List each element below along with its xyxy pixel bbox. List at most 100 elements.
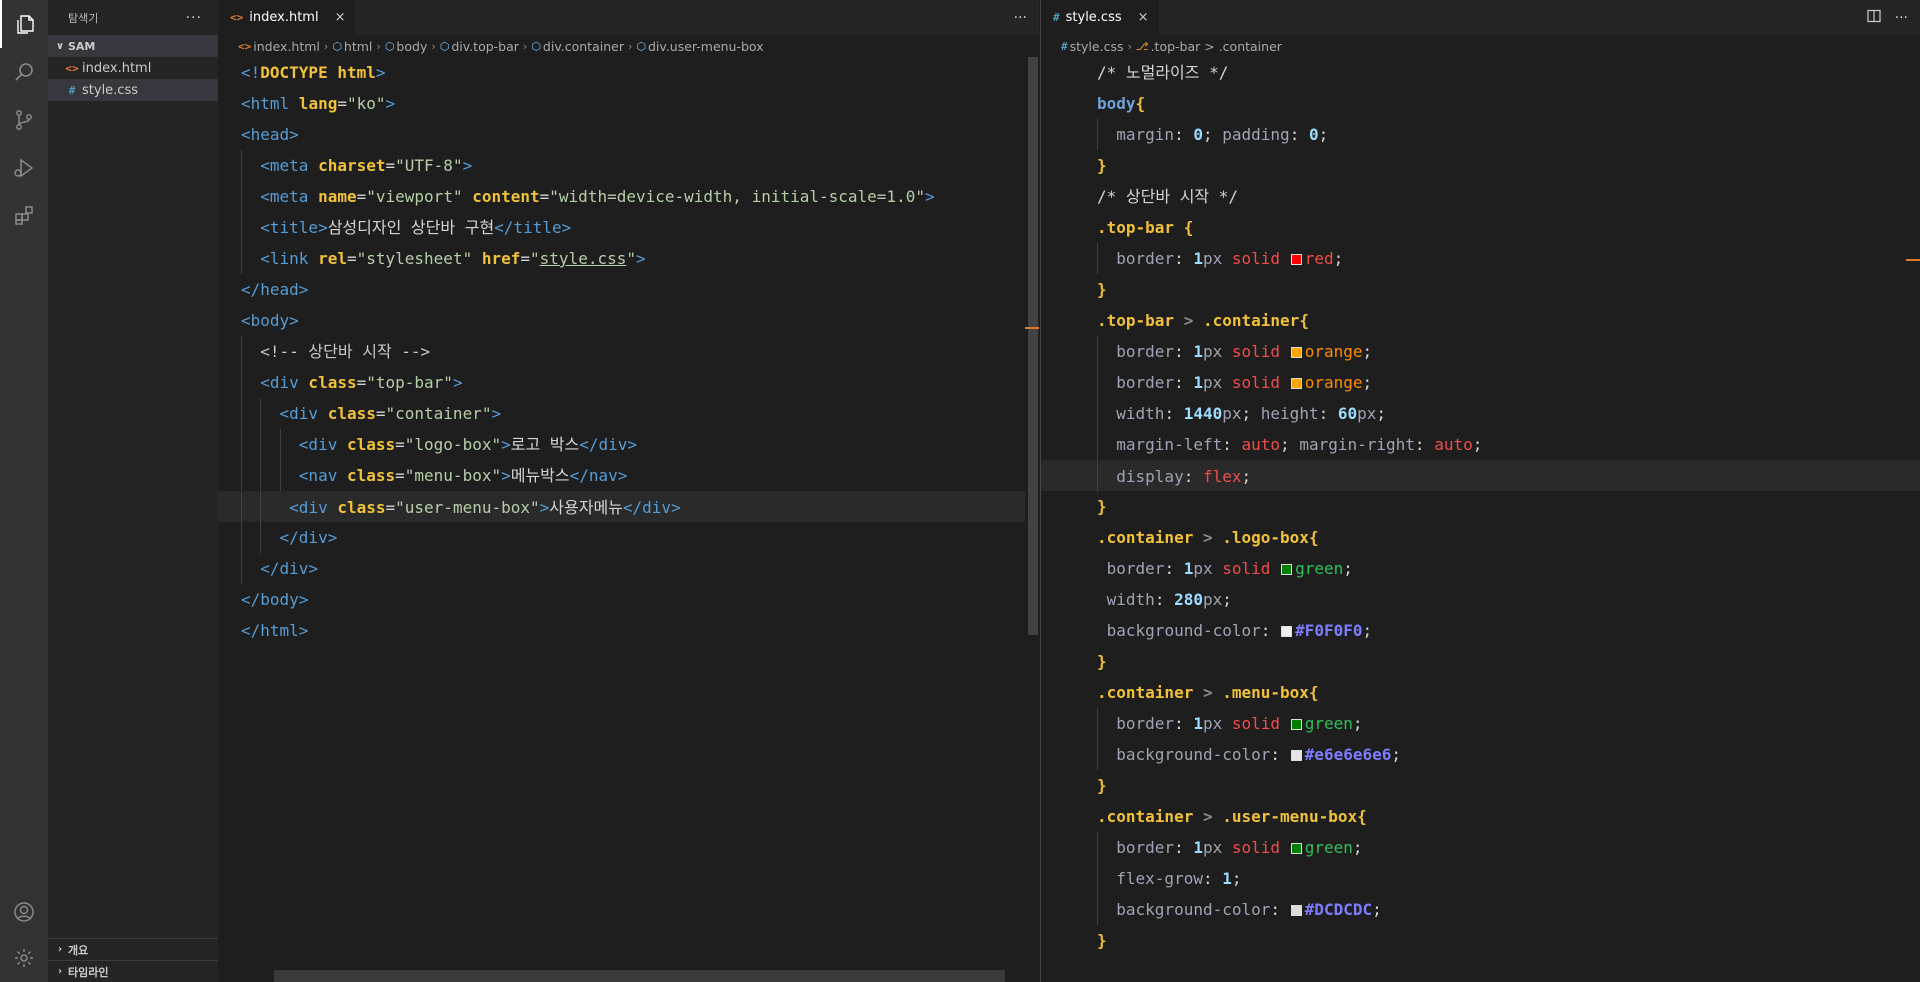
scroll-marker: [1906, 259, 1920, 261]
tab-label: style.css: [1065, 10, 1122, 25]
code-text: <!DOCTYPE html>: [241, 63, 386, 82]
settings-gear-icon[interactable]: [0, 934, 48, 982]
code-line[interactable]: .top-bar {: [1041, 212, 1920, 243]
code-line[interactable]: <nav class="menu-box">메뉴박스</nav>: [218, 460, 1039, 491]
code-text: }: [1097, 280, 1107, 299]
more-actions-icon[interactable]: ···: [1895, 10, 1908, 26]
file-style-css[interactable]: # style.css: [48, 79, 218, 101]
tab-style-css[interactable]: # style.css ×: [1041, 0, 1159, 35]
code-line[interactable]: <html lang="ko">: [218, 88, 1039, 119]
outline-panel[interactable]: › 개요: [48, 938, 218, 960]
code-line[interactable]: display: flex;: [1041, 460, 1920, 492]
explorer-icon[interactable]: [0, 0, 48, 48]
close-icon[interactable]: ×: [335, 10, 346, 25]
code-line[interactable]: .container > .user-menu-box{: [1041, 801, 1920, 832]
code-line[interactable]: </head>: [218, 274, 1039, 305]
code-line[interactable]: }: [1041, 925, 1920, 956]
code-text: }: [1097, 497, 1107, 516]
code-line[interactable]: }: [1041, 150, 1920, 181]
file-index-html[interactable]: <> index.html: [48, 57, 218, 79]
breadcrumb-item[interactable]: html: [344, 39, 372, 54]
timeline-panel[interactable]: › 타임라인: [48, 960, 218, 982]
code-text: width: 1440px; height: 60px;: [1116, 404, 1387, 423]
code-line[interactable]: border: 1px solid orange;: [1041, 336, 1920, 367]
breadcrumb-item[interactable]: .top-bar > .container: [1151, 39, 1282, 54]
code-text: <!-- 상단바 시작 -->: [260, 342, 431, 361]
code-line[interactable]: border: 1px solid green;: [1041, 553, 1920, 584]
html-code-editor[interactable]: <!DOCTYPE html> <html lang="ko"> <head> <m…: [218, 57, 1039, 982]
code-line[interactable]: background-color: #F0F0F0;: [1041, 615, 1920, 646]
run-debug-icon[interactable]: [0, 144, 48, 192]
code-line[interactable]: </body>: [218, 584, 1039, 615]
code-text: <html lang="ko">: [241, 94, 396, 113]
code-line[interactable]: border: 1px solid green;: [1041, 832, 1920, 863]
code-line[interactable]: <meta charset="UTF-8">: [218, 150, 1039, 181]
code-line[interactable]: <div class="top-bar">: [218, 367, 1039, 398]
code-line[interactable]: <head>: [218, 119, 1039, 150]
code-text: margin-left: auto; margin-right: auto;: [1116, 435, 1483, 454]
code-line[interactable]: .top-bar > .container{: [1041, 305, 1920, 336]
tab-label: index.html: [249, 10, 319, 25]
code-line[interactable]: }: [1041, 274, 1920, 305]
tab-index-html[interactable]: <> index.html ×: [218, 0, 356, 35]
code-line[interactable]: .container > .logo-box{: [1041, 522, 1920, 553]
code-line[interactable]: <link rel="stylesheet" href="style.css">: [218, 243, 1039, 274]
code-line[interactable]: margin-left: auto; margin-right: auto;: [1041, 429, 1920, 460]
code-line[interactable]: </div>: [218, 553, 1039, 584]
code-line[interactable]: }: [1041, 646, 1920, 677]
code-line[interactable]: width: 1440px; height: 60px;: [1041, 398, 1920, 429]
breadcrumb-item[interactable]: div.container: [543, 39, 624, 54]
code-line[interactable]: /* 노멀라이즈 */: [1041, 57, 1920, 88]
breadcrumb-item[interactable]: div.top-bar: [451, 39, 519, 54]
code-text: border: 1px solid orange;: [1116, 373, 1373, 392]
code-line[interactable]: border: 1px solid red;: [1041, 243, 1920, 274]
code-text: /* 상단바 시작 */: [1097, 187, 1239, 206]
code-line[interactable]: border: 1px solid orange;: [1041, 367, 1920, 398]
split-editor-icon[interactable]: [1867, 9, 1881, 27]
more-actions-icon[interactable]: ···: [1014, 10, 1027, 26]
code-line[interactable]: </div>: [218, 522, 1039, 553]
element-icon: ⬡: [332, 39, 342, 53]
more-actions-icon[interactable]: ···: [186, 10, 202, 26]
code-line[interactable]: }: [1041, 491, 1920, 522]
selector-icon: ⎇: [1135, 39, 1149, 53]
source-control-icon[interactable]: [0, 96, 48, 144]
code-line[interactable]: <div class="logo-box">로고 박스</div>: [218, 429, 1039, 460]
code-line[interactable]: <!-- 상단바 시작 -->: [218, 336, 1039, 367]
code-line[interactable]: </html>: [218, 615, 1039, 646]
code-line[interactable]: <title>삼성디자인 상단바 구현</title>: [218, 212, 1039, 243]
breadcrumb-item[interactable]: style.css: [1070, 39, 1124, 54]
horizontal-scrollbar[interactable]: [274, 970, 1005, 982]
code-line[interactable]: background-color: #e6e6e6e6;: [1041, 739, 1920, 770]
code-line[interactable]: <div class="user-menu-box">사용자메뉴</div>: [218, 491, 1039, 523]
code-line[interactable]: <!DOCTYPE html>: [218, 57, 1039, 88]
code-text: <link rel="stylesheet" href="style.css">: [260, 249, 646, 268]
css-code-editor[interactable]: /* 노멀라이즈 */ body{ margin: 0; padding: 0;}…: [1041, 57, 1920, 982]
breadcrumb-item[interactable]: index.html: [253, 39, 320, 54]
explorer-sidebar: 탐색기 ··· ∨ SAM <> index.html # style.css …: [48, 0, 218, 982]
code-line[interactable]: body{: [1041, 88, 1920, 119]
code-text: <div class="user-menu-box">사용자메뉴</div>: [289, 498, 681, 517]
close-icon[interactable]: ×: [1138, 10, 1149, 25]
breadcrumb-item[interactable]: div.user-menu-box: [648, 39, 764, 54]
code-line[interactable]: }: [1041, 770, 1920, 801]
folder-sam[interactable]: ∨ SAM: [48, 35, 218, 57]
scrollbar-thumb[interactable]: [1028, 57, 1038, 635]
code-line[interactable]: flex-grow: 1;: [1041, 863, 1920, 894]
vertical-scrollbar[interactable]: [1906, 57, 1920, 982]
code-line[interactable]: <body>: [218, 305, 1039, 336]
code-line[interactable]: background-color: #DCDCDC;: [1041, 894, 1920, 925]
code-line[interactable]: /* 상단바 시작 */: [1041, 181, 1920, 212]
breadcrumb-item[interactable]: body: [396, 39, 427, 54]
code-line[interactable]: margin: 0; padding: 0;: [1041, 119, 1920, 150]
vertical-scrollbar[interactable]: [1025, 57, 1039, 982]
activity-bar: [0, 0, 48, 982]
extensions-icon[interactable]: [0, 192, 48, 240]
code-line[interactable]: .container > .menu-box{: [1041, 677, 1920, 708]
code-line[interactable]: width: 280px;: [1041, 584, 1920, 615]
code-line[interactable]: <meta name="viewport" content="width=dev…: [218, 181, 1039, 212]
code-line[interactable]: <div class="container">: [218, 398, 1039, 429]
code-line[interactable]: border: 1px solid green;: [1041, 708, 1920, 739]
search-icon[interactable]: [0, 48, 48, 96]
account-icon[interactable]: [0, 888, 48, 936]
